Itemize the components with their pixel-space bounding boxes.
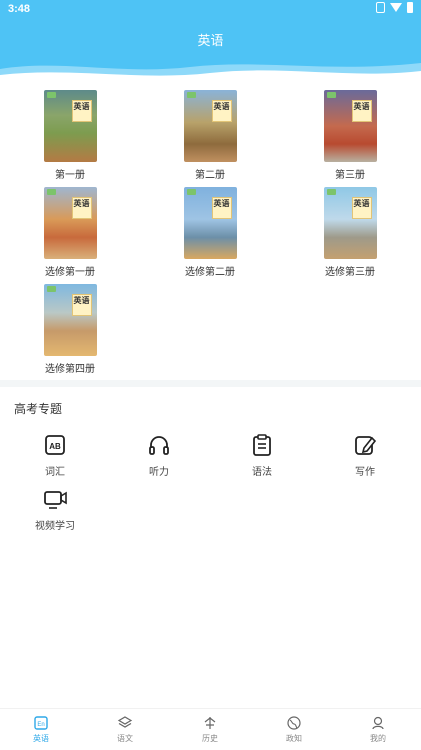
headphones-icon	[149, 436, 169, 455]
cover-title: 英语	[351, 100, 372, 122]
book-label: 第一册	[55, 170, 85, 181]
book-item-3[interactable]: 英语 第三册	[305, 90, 395, 181]
book-label: 选修第一册	[45, 267, 95, 278]
status-time: 3:48	[8, 3, 31, 15]
publisher-logo	[46, 286, 56, 292]
book-label: 第二册	[195, 170, 225, 181]
cover-title: 英语	[71, 197, 92, 219]
topic-writing[interactable]: 写作	[330, 432, 400, 478]
tab-politics[interactable]: 政知	[269, 715, 319, 744]
book-cover: 英语	[323, 90, 377, 162]
topic-label: 听力	[149, 467, 169, 478]
tab-english[interactable]: En 英语	[16, 715, 66, 744]
cover-title: 英语	[71, 100, 92, 122]
wifi-icon	[390, 3, 402, 12]
cover-title: 英语	[211, 100, 232, 122]
tab-label: 英语	[33, 734, 49, 743]
clipboard-icon	[253, 434, 271, 456]
svg-text:AB: AB	[49, 442, 61, 451]
tab-history[interactable]: 历史	[185, 715, 235, 744]
cover-title: 英语	[351, 197, 372, 219]
vocabulary-icon: AB	[45, 435, 65, 455]
english-icon: En	[34, 716, 48, 730]
book-cover: 英语	[183, 187, 237, 259]
book-item-1[interactable]: 英语 第一册	[25, 90, 115, 181]
section-title: 高考专题	[14, 402, 63, 416]
page-title: 英语	[197, 33, 224, 48]
publisher-logo	[46, 92, 56, 98]
history-icon	[204, 717, 216, 729]
status-icons	[376, 2, 413, 13]
publisher-logo	[186, 92, 196, 98]
section-divider	[0, 380, 421, 387]
book-item-5[interactable]: 英语 选修第二册	[165, 187, 255, 278]
layers-icon	[117, 716, 133, 728]
header-bar: 3:48 英语	[0, 0, 421, 78]
book-label: 选修第三册	[325, 267, 375, 278]
battery-icon	[407, 2, 413, 13]
video-icon	[44, 491, 67, 509]
tab-label: 语文	[117, 734, 133, 743]
book-cover: 英语	[43, 284, 97, 356]
tab-label: 政知	[286, 734, 302, 743]
cover-title: 英语	[71, 294, 92, 316]
tab-label: 我的	[370, 734, 386, 743]
cover-title: 英语	[211, 197, 232, 219]
topic-grammar[interactable]: 语法	[227, 432, 297, 478]
publisher-logo	[326, 189, 336, 195]
book-cover: 英语	[183, 90, 237, 162]
globe-icon	[287, 716, 301, 730]
tab-mine[interactable]: 我的	[353, 715, 403, 744]
edit-icon	[355, 436, 377, 455]
topic-listening[interactable]: 听力	[124, 432, 194, 478]
book-cover: 英语	[323, 187, 377, 259]
status-bar: 3:48	[0, 0, 421, 18]
publisher-logo	[186, 189, 196, 195]
header-wave	[0, 63, 421, 78]
bottom-tab-bar: En 英语 语文 历史 政知 我的	[0, 708, 421, 750]
book-item-4[interactable]: 英语 选修第一册	[25, 187, 115, 278]
book-item-6[interactable]: 英语 选修第三册	[305, 187, 395, 278]
tab-chinese[interactable]: 语文	[100, 715, 150, 744]
book-item-2[interactable]: 英语 第二册	[165, 90, 255, 181]
topic-video[interactable]: 视频学习	[20, 486, 90, 532]
publisher-logo	[46, 189, 56, 195]
topic-label: 视频学习	[35, 521, 75, 532]
topic-label: 词汇	[45, 467, 65, 478]
topic-label: 语法	[252, 467, 272, 478]
book-cover: 英语	[43, 90, 97, 162]
tab-label: 历史	[202, 734, 218, 743]
topic-vocabulary[interactable]: AB 词汇	[20, 432, 90, 478]
book-label: 选修第四册	[45, 364, 95, 375]
book-label: 选修第二册	[185, 267, 235, 278]
publisher-logo	[326, 92, 336, 98]
book-label: 第三册	[335, 170, 365, 181]
book-item-7[interactable]: 英语 选修第四册	[25, 284, 115, 375]
topic-label: 写作	[355, 467, 375, 478]
user-icon	[372, 716, 384, 730]
vibrate-icon	[376, 2, 385, 13]
svg-text:En: En	[37, 722, 44, 728]
book-cover: 英语	[43, 187, 97, 259]
